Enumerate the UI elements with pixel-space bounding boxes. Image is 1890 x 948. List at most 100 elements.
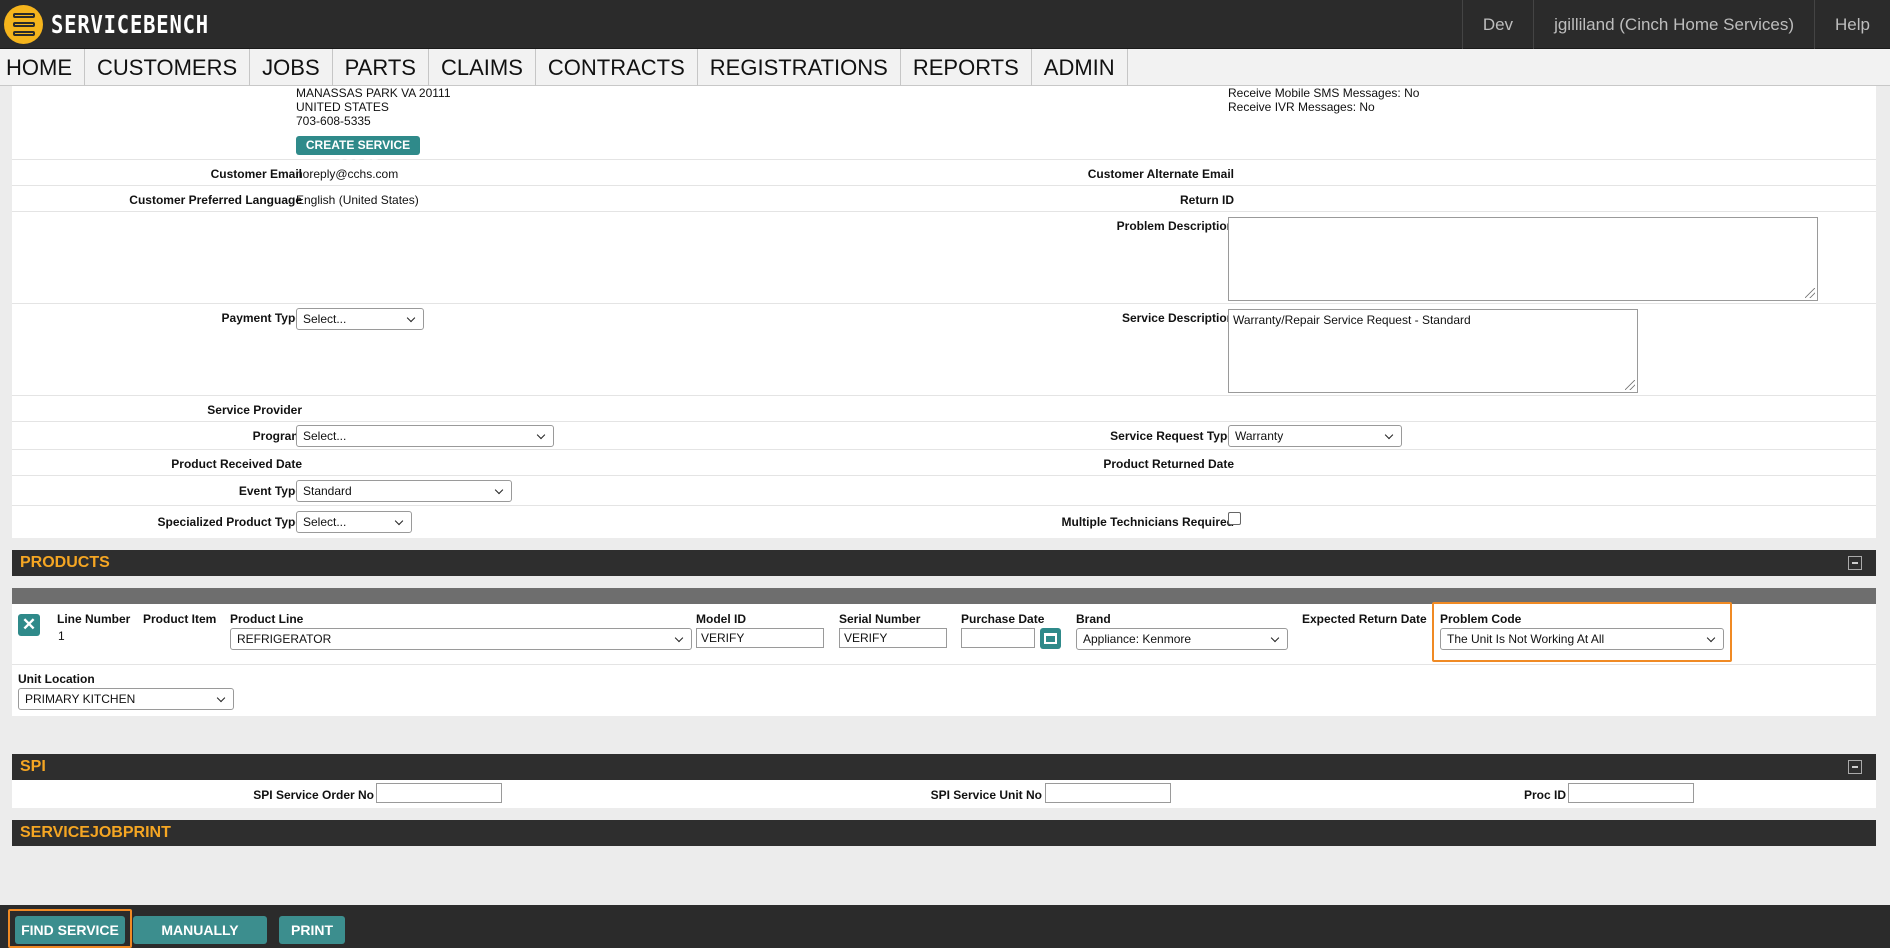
specialized-product-type-select[interactable]: Select... (296, 511, 412, 533)
product-received-date-label: Product Received Date (171, 457, 302, 471)
spi-service-order-no-input[interactable] (376, 783, 502, 803)
proc-id-input[interactable] (1568, 783, 1694, 803)
dates-row: Product Received Date Product Returned D… (12, 450, 1876, 476)
event-type-select[interactable]: Standard (296, 480, 512, 502)
nav-customers[interactable]: CUSTOMERS (85, 49, 251, 86)
product-line-select[interactable]: REFRIGERATOR (230, 628, 692, 650)
servicebench-logo[interactable]: SERVICEBENCH (4, 4, 244, 44)
nav-contracts[interactable]: CONTRACTS (536, 49, 698, 86)
multiple-technicians-label: Multiple Technicians Required (1061, 515, 1234, 529)
problem-description-textarea[interactable] (1228, 217, 1818, 301)
payment-type-label: Payment Type (221, 311, 302, 325)
event-type-label: Event Type (238, 484, 302, 498)
sms-preference: Receive Mobile SMS Messages: No (1228, 86, 1420, 100)
service-description-label: Service Description (1121, 311, 1234, 325)
problem-code-header: Problem Code (1440, 612, 1522, 626)
address-line: MANASSAS PARK VA 20111 (296, 86, 451, 100)
address-country: UNITED STATES (296, 100, 389, 114)
expected-return-date-header: Expected Return Date (1302, 612, 1427, 626)
purchase-date-header: Purchase Date (961, 612, 1045, 626)
unit-location-select[interactable]: PRIMARY KITCHEN (18, 688, 234, 710)
service-request-type-label: Service Request Type (1110, 429, 1234, 443)
create-service-order-button[interactable]: CREATE SERVICE ORDER (296, 136, 420, 171)
nav-reports[interactable]: REPORTS (901, 49, 1032, 86)
find-service-button[interactable]: FIND SERVICE (15, 916, 125, 944)
unit-location-header: Unit Location (18, 672, 95, 686)
service-provider-label: Service Provider (207, 403, 302, 417)
program-label: Program (252, 429, 302, 443)
spi-title: SPI (20, 758, 46, 775)
footer-bar: FIND SERVICE MANUALLY ASSIGN PRINT (0, 905, 1890, 948)
model-id-input[interactable]: VERIFY (696, 628, 824, 648)
product-returned-date-label: Product Returned Date (1103, 457, 1234, 471)
service-request-type-select[interactable]: Warranty (1228, 425, 1402, 447)
event-type-row: Event Type Standard (12, 476, 1876, 506)
proc-id-label: Proc ID (1523, 788, 1566, 802)
print-button[interactable]: PRINT (279, 916, 345, 944)
multiple-technicians-checkbox[interactable] (1228, 512, 1241, 525)
remove-product-icon[interactable]: ✕ (18, 614, 40, 636)
problem-description-row: Problem Description (12, 212, 1876, 304)
main-content: MANASSAS PARK VA 20111 UNITED STATES 703… (12, 86, 1876, 900)
payment-type-select[interactable]: Select... (296, 308, 424, 330)
env-indicator[interactable]: Dev (1461, 0, 1533, 49)
language-label: Customer Preferred Language (129, 193, 302, 207)
email-row: Customer Email noreply@cchs.com Customer… (12, 160, 1876, 186)
spi-section-header: SPI (12, 754, 1876, 780)
product-line-header: Product Line (230, 612, 304, 626)
line-number-header: Line Number (57, 612, 131, 626)
serial-number-header: Serial Number (839, 612, 921, 626)
spi-fields: SPI Service Order No SPI Service Unit No… (12, 780, 1876, 808)
servicejobprint-title: SERVICEJOBPRINT (20, 824, 171, 841)
address-row: MANASSAS PARK VA 20111 UNITED STATES 703… (12, 86, 1876, 171)
help-link[interactable]: Help (1814, 0, 1890, 49)
spi-service-order-no-label: SPI Service Order No (253, 788, 374, 802)
language-value: English (United States) (296, 193, 419, 207)
row-divider (12, 664, 1876, 665)
spi-collapse-icon[interactable] (1848, 760, 1862, 774)
specialized-product-type-label: Specialized Product Type (157, 515, 302, 529)
products-table: ✕ Line Number 1 Product Item Product Lin… (12, 602, 1876, 716)
serial-number-input[interactable]: VERIFY (839, 628, 947, 648)
product-item-header: Product Item (143, 612, 217, 626)
brand-select[interactable]: Appliance: Kenmore (1076, 628, 1288, 650)
spi-service-unit-no-label: SPI Service Unit No (930, 788, 1042, 802)
logo-icon (4, 4, 43, 44)
logo-text: SERVICEBENCH (51, 9, 209, 39)
customer-email-label: Customer Email (210, 167, 302, 181)
language-row: Customer Preferred Language English (Uni… (12, 186, 1876, 212)
alt-email-label: Customer Alternate Email (1087, 167, 1234, 181)
problem-code-select[interactable]: The Unit Is Not Working At All (1440, 628, 1724, 650)
products-collapse-icon[interactable] (1848, 556, 1862, 570)
specialized-row: Specialized Product Type Select... Multi… (12, 506, 1876, 538)
products-section-header: PRODUCTS (12, 550, 1876, 576)
nav-registrations[interactable]: REGISTRATIONS (698, 49, 901, 86)
manually-assign-button[interactable]: MANUALLY ASSIGN (133, 916, 267, 944)
calendar-icon[interactable] (1040, 628, 1061, 649)
nav-parts[interactable]: PARTS (333, 49, 429, 86)
ivr-preference: Receive IVR Messages: No (1228, 100, 1375, 114)
payment-row: Payment Type Select... Service Descripti… (12, 304, 1876, 396)
brand-header: Brand (1076, 612, 1111, 626)
program-select[interactable]: Select... (296, 425, 554, 447)
line-number-value: 1 (58, 629, 65, 643)
service-form: MANASSAS PARK VA 20111 UNITED STATES 703… (12, 86, 1876, 538)
products-title: PRODUCTS (20, 554, 110, 571)
return-id-label: Return ID (1180, 193, 1234, 207)
user-menu[interactable]: jgilliland (Cinch Home Services) (1533, 0, 1814, 49)
problem-description-label: Problem Description (1116, 219, 1234, 233)
top-bar: SERVICEBENCH Dev jgilliland (Cinch Home … (0, 0, 1890, 49)
customer-phone: 703-608-5335 (296, 114, 371, 128)
servicejobprint-section-header: SERVICEJOBPRINT (12, 820, 1876, 846)
service-description-textarea[interactable]: Warranty/Repair Service Request - Standa… (1228, 309, 1638, 393)
nav-home[interactable]: HOME (0, 49, 85, 86)
nav-admin[interactable]: ADMIN (1032, 49, 1128, 86)
spi-service-unit-no-input[interactable] (1045, 783, 1171, 803)
model-id-header: Model ID (696, 612, 746, 626)
nav-claims[interactable]: CLAIMS (429, 49, 536, 86)
customer-email-value: noreply@cchs.com (296, 167, 399, 181)
program-row: Program Select... Service Request Type W… (12, 422, 1876, 450)
purchase-date-input[interactable] (961, 628, 1035, 648)
nav-jobs[interactable]: JOBS (250, 49, 333, 86)
service-provider-row: Service Provider (12, 396, 1876, 422)
